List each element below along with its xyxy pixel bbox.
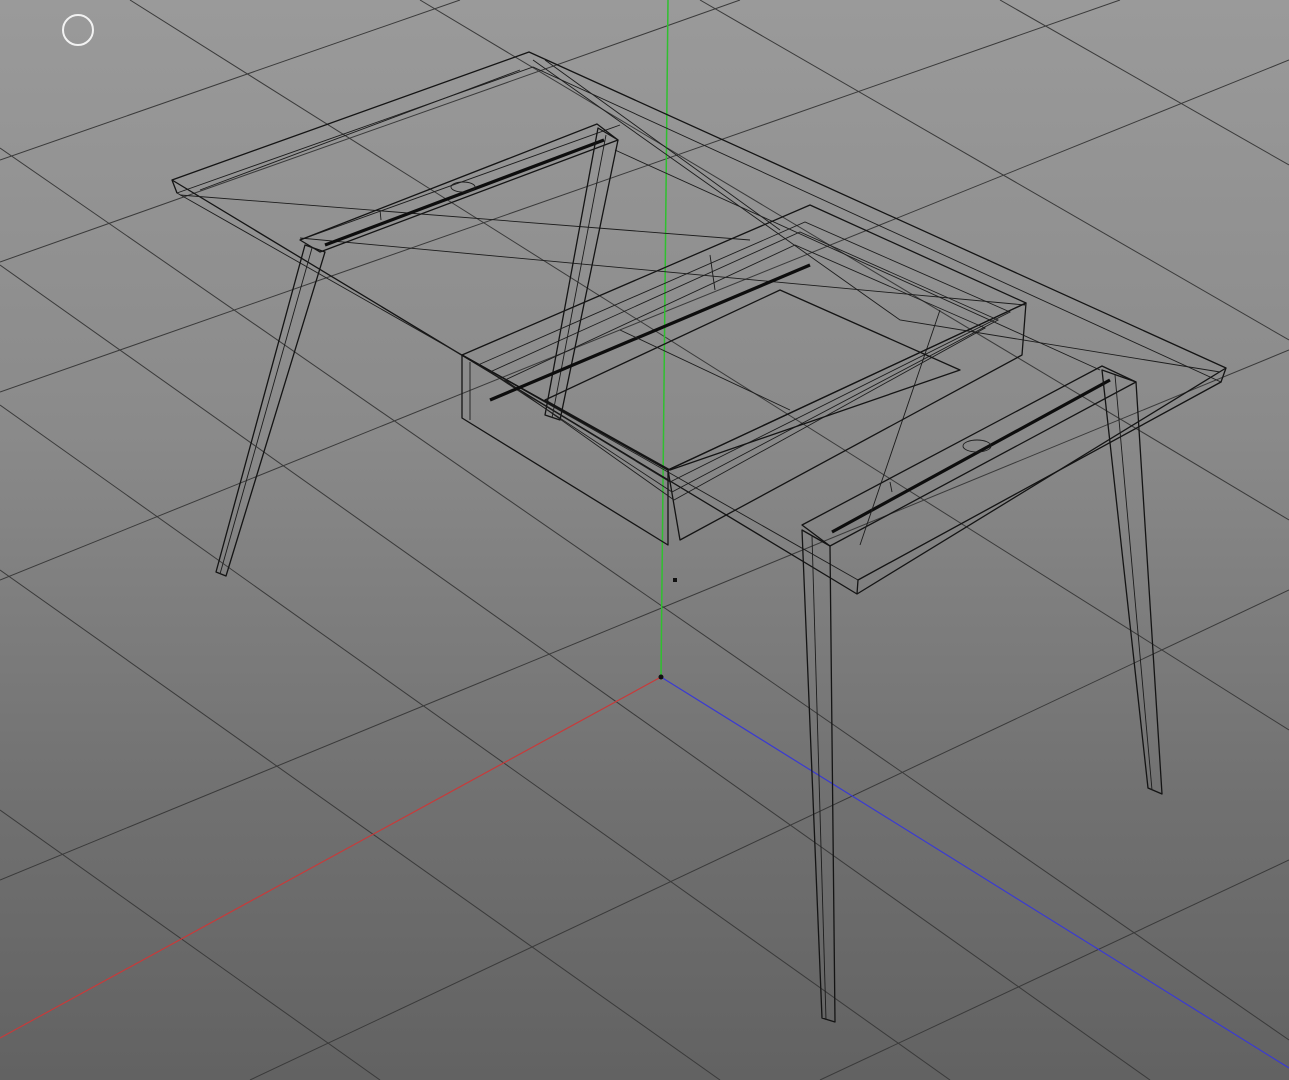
viewport-canvas[interactable] [0,0,1289,1080]
z-axis [660,676,1289,1069]
grid-line [0,349,1289,881]
leg-back-right-edge [1114,374,1153,791]
left-bracket-hole [450,181,476,193]
tabletop-diagonal [544,59,781,231]
grid-line [419,0,1289,521]
left-bracket-bolts [379,209,382,221]
drawer-runners [489,263,811,402]
drawer-side-face [667,302,1027,541]
grid-line [819,859,1289,1080]
grid-line [0,569,721,1080]
drawer-inner-rim [477,221,1012,483]
world-axes [0,0,1289,1069]
tabletop-diagonal [179,194,751,241]
tabletop-diagonal [532,59,1221,373]
x-axis [0,676,662,1039]
leg-back-left [544,127,619,421]
grid-line [0,264,1151,1080]
grid-line [0,59,1289,581]
right-bracket-bolts [889,481,893,493]
drawer-dividers [619,329,791,411]
drawer-top-outline [461,204,1027,471]
grid-line [0,404,951,1080]
world-origin [658,674,664,680]
tabletop-diagonal [299,237,1026,306]
table-wireframe[interactable] [171,51,1227,1023]
grid-line [249,589,1289,1080]
pivot-point[interactable] [673,578,677,582]
drawer-inner-rim [504,244,987,501]
leg-back-right [1101,369,1163,795]
leg-front-left-edge [219,247,313,575]
right-bracket-rail [831,378,1111,534]
tabletop-diagonal [614,149,1101,371]
tabletop-outline [171,51,1227,595]
3d-viewport[interactable] [0,0,1289,1080]
grid-line [0,147,1289,1041]
floor-grid [0,0,1289,1080]
leg-front-left [215,244,326,577]
orbit-circle-icon[interactable] [62,14,94,46]
grid-line [0,809,381,1080]
grid-line [0,0,741,263]
tabletop-diagonal [199,69,521,191]
drawer-front-face [461,354,669,546]
drawer-inner-rim [489,231,1000,493]
grid-line [999,0,1289,166]
